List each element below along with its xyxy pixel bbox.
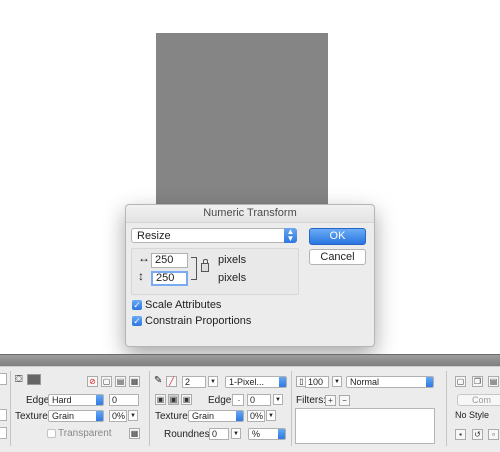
height-unit-label: pixels <box>218 272 247 284</box>
fill-texture-value: Grain <box>52 411 75 421</box>
stroke-outside-icon[interactable]: ▣ <box>181 394 192 405</box>
style-redefine-icon[interactable]: ↺ <box>472 429 483 440</box>
constrain-proportions-label: Constrain Proportions <box>145 315 252 327</box>
texture-preview-icon[interactable]: ▦ <box>129 428 140 439</box>
style-options-icon[interactable]: ❐ <box>472 376 483 387</box>
stroke-edge-amount[interactable]: 0 <box>247 394 271 406</box>
transparent-label: Transparent <box>58 428 112 439</box>
fill-solid-icon[interactable]: ▢ <box>101 376 112 387</box>
stroke-texture-value: Grain <box>192 411 215 421</box>
chevron-down-icon[interactable]: ▼ <box>231 428 241 439</box>
stroke-color-swatch[interactable]: ╱ <box>166 376 177 387</box>
roundness-input[interactable]: 0 <box>209 428 229 440</box>
filters-label: Filters: <box>296 395 326 406</box>
stroke-type-value: 1-Pixel... <box>229 377 265 387</box>
style-action-button[interactable]: Com <box>457 394 500 406</box>
fill-edge-amount[interactable]: 0 <box>109 394 139 406</box>
stroke-texture-label: Texture: <box>155 411 191 422</box>
stroke-size-input[interactable]: 2 <box>182 376 206 388</box>
left-field-1[interactable] <box>0 373 7 385</box>
left-field-2[interactable] <box>0 409 7 421</box>
divider <box>446 371 447 446</box>
transform-mode-select[interactable]: Resize ▲ ▼ <box>131 228 297 243</box>
roundness-unit-value: % <box>252 429 261 439</box>
stroke-edge-toggle[interactable]: · <box>232 394 244 406</box>
paint-bucket-icon: ⛋ <box>15 374 23 385</box>
divider <box>291 371 292 446</box>
width-arrow-icon: ↔ <box>138 251 150 265</box>
stroke-inside-icon[interactable]: ▣ <box>155 394 166 405</box>
ok-button[interactable]: OK <box>309 228 366 245</box>
fill-texture-label: Texture: <box>15 411 51 422</box>
new-style-icon[interactable]: ▢ <box>455 376 466 387</box>
lock-icon[interactable] <box>201 259 209 272</box>
filters-list[interactable] <box>295 408 435 444</box>
stroke-texture-percent[interactable]: 0% <box>247 410 265 422</box>
fill-color-swatch[interactable] <box>27 374 41 385</box>
fill-edge-select[interactable]: Hard <box>48 394 104 406</box>
chevron-down-icon[interactable]: ▼ <box>128 410 138 421</box>
style-apply-icon[interactable]: ▪ <box>455 429 466 440</box>
height-input[interactable]: 250 <box>151 271 188 286</box>
add-filter-icon[interactable]: + <box>325 395 336 406</box>
style-panel-icon[interactable]: ▤ <box>488 376 499 387</box>
height-arrow-icon: ↕ <box>138 269 144 283</box>
fill-texture-select[interactable]: Grain <box>48 410 104 422</box>
transparent-checkbox[interactable] <box>47 429 56 438</box>
stroke-edge-label: Edge: <box>208 395 235 406</box>
chevron-down-icon[interactable]: ▼ <box>266 410 276 421</box>
transform-mode-value: Resize <box>137 230 171 242</box>
blend-mode-select[interactable]: Normal <box>346 376 434 388</box>
style-break-icon[interactable]: ▫ <box>488 429 499 440</box>
width-unit-label: pixels <box>218 254 247 266</box>
stroke-center-icon[interactable]: ▣ <box>168 394 179 405</box>
remove-filter-icon[interactable]: − <box>339 395 350 406</box>
dialog-title: Numeric Transform <box>126 205 374 223</box>
stroke-texture-select[interactable]: Grain <box>188 410 244 422</box>
opacity-input[interactable]: 100 <box>305 376 329 388</box>
style-select[interactable]: No Style <box>453 410 500 422</box>
chevron-updown-icon: ▲ ▼ <box>284 228 297 243</box>
left-field-3[interactable] <box>0 427 7 439</box>
blend-mode-value: Normal <box>350 377 380 387</box>
numeric-transform-dialog: Numeric Transform Resize ▲ ▼ ↔ 250 ↕ 250 … <box>125 204 375 347</box>
divider <box>10 371 11 446</box>
cancel-button[interactable]: Cancel <box>309 249 366 265</box>
stroke-type-select[interactable]: 1-Pixel... <box>225 376 287 388</box>
chevron-down-icon[interactable]: ▼ <box>208 376 218 387</box>
chevron-down-icon[interactable]: ▼ <box>332 376 342 387</box>
link-bracket <box>191 257 197 280</box>
fill-edge-value: Hard <box>52 395 72 405</box>
fill-pattern-icon[interactable]: ▦ <box>129 376 140 387</box>
pencil-icon: ✎ <box>154 375 163 386</box>
scale-attributes-label: Scale Attributes <box>145 299 222 311</box>
constrain-proportions-checkbox[interactable]: ✓ <box>132 316 142 326</box>
scale-attributes-checkbox[interactable]: ✓ <box>132 300 142 310</box>
fill-none-icon[interactable]: ⊘ <box>87 376 98 387</box>
chevron-down-icon[interactable]: ▼ <box>273 394 283 405</box>
dimensions-group: ↔ 250 ↕ 250 pixels pixels <box>131 248 299 295</box>
canvas-rectangle[interactable] <box>156 33 328 223</box>
property-inspector: ⛋ ⊘ ▢ ▤ ▦ Edge: Hard 0 Texture: Grain 0%… <box>0 366 500 452</box>
fill-gradient-icon[interactable]: ▤ <box>115 376 126 387</box>
fill-texture-percent[interactable]: 0% <box>109 410 127 422</box>
divider <box>149 371 150 446</box>
width-input[interactable]: 250 <box>151 253 188 268</box>
roundness-unit-select[interactable]: % <box>248 428 286 440</box>
